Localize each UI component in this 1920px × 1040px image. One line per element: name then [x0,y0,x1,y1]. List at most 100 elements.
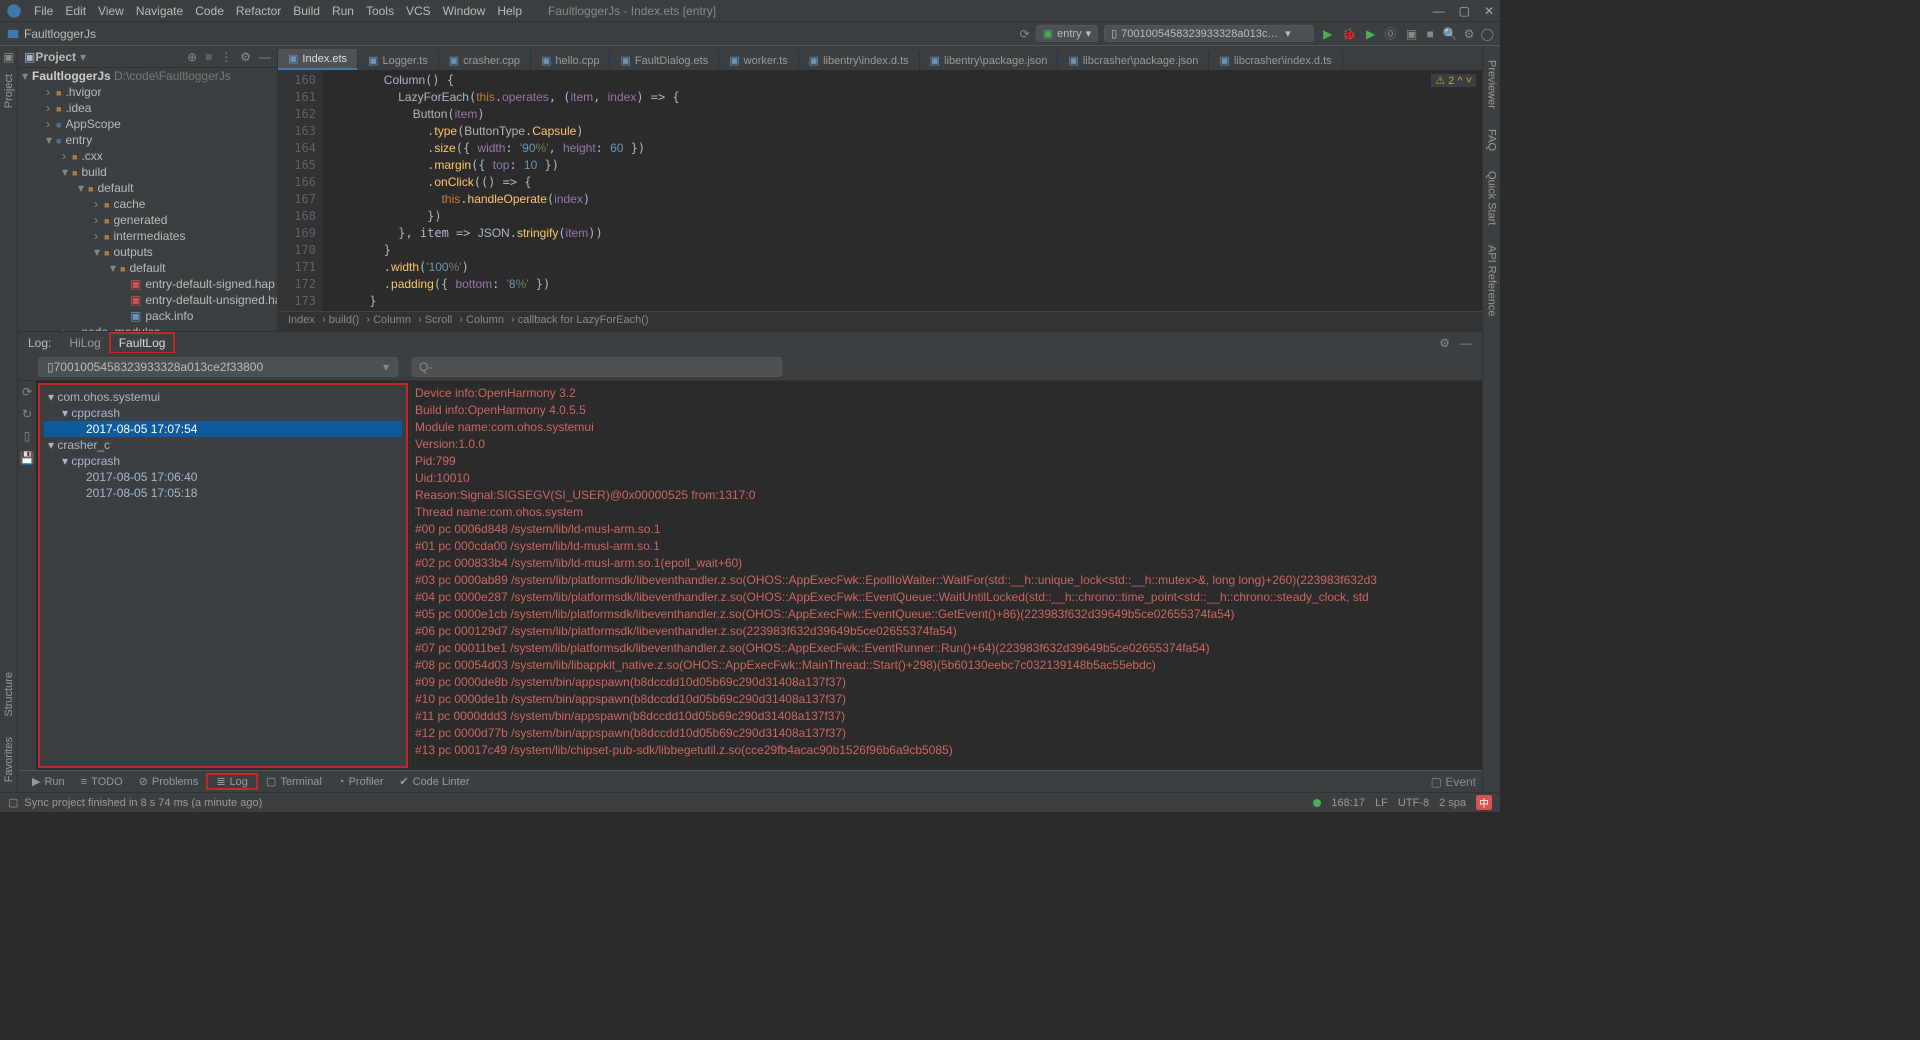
bottom-tab-profiler[interactable]: ◔ Profiler [330,776,392,788]
tree-folder[interactable]: generated [104,213,167,227]
log-device-combo[interactable]: ▯ 7001005458323933328a013ce2f33800▾ [38,357,398,377]
tree-folder[interactable]: .idea [56,101,91,115]
status-line-sep[interactable]: LF [1375,797,1388,809]
fault-entry-selected[interactable]: 2017-08-05 17:07:54 [44,421,402,437]
bottom-tab-terminal[interactable]: ▢ Terminal [258,775,330,788]
stop-icon[interactable]: ■ [1427,27,1434,41]
log-hide-icon[interactable]: — [1460,336,1472,350]
editor-tab[interactable]: ▣ libcrasher\package.json [1058,51,1209,70]
bottom-tab-codelinter[interactable]: ✔ Code Linter [391,775,477,788]
bottom-tab-problems[interactable]: ⊘ Problems [131,775,207,788]
right-tab-quickstart[interactable]: Quick Start [1486,167,1498,229]
run-icon[interactable]: ▶ [1323,27,1332,41]
menu-file[interactable]: File [28,4,59,18]
right-tab-faq[interactable]: FAQ [1486,125,1498,155]
event-log-link[interactable]: ▢ Event [1431,775,1476,789]
tree-file[interactable]: entry-default-signed.hap [145,277,274,291]
left-tab-favorites[interactable]: Favorites [3,733,15,786]
log-refresh-icon[interactable]: ⟳ [22,385,32,399]
menu-view[interactable]: View [92,4,130,18]
editor-tab[interactable]: ▣ libentry\index.d.ts [799,51,920,70]
code-breadcrumb[interactable]: Index › build() › Column › Scroll › Colu… [278,311,1482,331]
profile-icon[interactable]: ⓪ [1385,27,1397,41]
user-icon[interactable]: ◯ [1481,27,1494,41]
coverage-icon[interactable]: ▶ [1366,27,1375,41]
status-caret-pos[interactable]: 168:17 [1331,797,1365,809]
editor-tab[interactable]: ▣ hello.cpp [531,51,610,70]
sync-icon[interactable]: ⟳ [1020,27,1030,41]
tree-folder[interactable]: build [72,165,107,179]
fault-tree[interactable]: ▾ com.ohos.systemui ▾ cppcrash 2017-08-0… [38,383,408,768]
tree-folder[interactable]: .hvigor [56,85,101,99]
code-area[interactable]: Column() { LazyForEach(this.operates, (i… [322,70,1482,311]
attach-icon[interactable]: ▣ [1406,27,1417,41]
collapse-icon[interactable]: ⋮ [220,50,232,64]
log-device-icon[interactable]: ▯ [24,429,31,443]
device-combo[interactable]: ▯ 7001005458323933328a013ce2f33800 ▾ [1104,25,1314,42]
menu-refactor[interactable]: Refactor [230,4,287,18]
log-gear-icon[interactable]: ⚙ [1439,336,1450,350]
tree-file[interactable]: pack.info [145,309,193,323]
tree-root[interactable]: FaultloggerJs D:\code\FaultloggerJs [32,69,231,83]
status-indent[interactable]: 2 spa [1439,797,1466,809]
editor-tab[interactable]: ▣ worker.ts [719,51,798,70]
bottom-tab-todo[interactable]: ≡ TODO [73,776,131,788]
log-search-input[interactable]: Q- [412,357,782,377]
tree-folder[interactable]: outputs [104,245,153,259]
log-reload-icon[interactable]: ↻ [22,407,32,421]
minimize-icon[interactable]: — [1433,4,1445,18]
search-icon[interactable]: 🔍 [1443,27,1458,41]
tree-folder[interactable]: AppScope [56,117,121,131]
menu-window[interactable]: Window [437,4,492,18]
bottom-tab-run[interactable]: ▶ Run [24,775,73,788]
menu-edit[interactable]: Edit [59,4,92,18]
editor-tab[interactable]: ▣ libcrasher\index.d.ts [1209,51,1342,70]
menu-code[interactable]: Code [189,4,230,18]
editor-tab[interactable]: ▣ Index.ets [278,49,358,70]
left-corner-icon[interactable]: ▣ [3,50,14,64]
project-breadcrumb[interactable]: FaultloggerJs [24,27,96,41]
debug-icon[interactable]: 🐞 [1342,27,1357,41]
locate-icon[interactable]: ⊕ [187,50,197,64]
log-save-icon[interactable]: 💾 [20,451,35,465]
right-tab-apiref[interactable]: API Reference [1486,241,1498,321]
fault-output[interactable]: Device info:OpenHarmony 3.2Build info:Op… [410,381,1482,770]
project-tree[interactable]: ▣ Project ▾ ⊕ ≡ ⋮ ⚙ — ▾FaultloggerJs D:\… [18,46,278,331]
fault-entry[interactable]: 2017-08-05 17:06:40 [44,469,402,485]
close-icon[interactable]: ✕ [1484,4,1494,18]
run-config-combo[interactable]: ▣ entry ▾ [1036,25,1098,42]
fault-entry[interactable]: 2017-08-05 17:05:18 [44,485,402,501]
warning-badge[interactable]: ⚠ 2 ^ ˅ [1431,74,1476,87]
menu-vcs[interactable]: VCS [400,4,437,18]
tree-folder[interactable]: intermediates [104,229,185,243]
tree-folder[interactable]: default [88,181,133,195]
maximize-icon[interactable]: ▢ [1459,4,1470,18]
tree-file[interactable]: entry-default-unsigned.hap [145,293,278,307]
menu-run[interactable]: Run [326,4,360,18]
expand-icon[interactable]: ≡ [205,50,212,64]
tree-folder[interactable]: default [120,261,165,275]
left-tab-project[interactable]: Project [3,70,15,112]
editor-tab[interactable]: ▣ libentry\package.json [920,51,1059,70]
bottom-tab-log[interactable]: ≣ Log [206,773,258,790]
status-corner-icon[interactable]: ▢ [8,796,18,809]
right-tab-previewer[interactable]: Previewer [1486,56,1498,113]
editor-tab[interactable]: ▣ crasher.cpp [439,51,531,70]
tree-folder[interactable]: cache [104,197,145,211]
status-encoding[interactable]: UTF-8 [1398,797,1429,809]
editor-tab[interactable]: ▣ FaultDialog.ets [610,51,719,70]
tree-folder[interactable]: .cxx [72,149,103,163]
menu-tools[interactable]: Tools [360,4,400,18]
ime-badge[interactable]: 中 [1476,795,1492,810]
settings-icon[interactable]: ⚙ [1464,27,1475,41]
tree-folder[interactable]: entry [56,133,92,147]
editor-tab[interactable]: ▣ Logger.ts [358,51,439,70]
log-tab-faultlog[interactable]: FaultLog [109,332,176,354]
menu-navigate[interactable]: Navigate [130,4,189,18]
menu-help[interactable]: Help [491,4,528,18]
left-tab-structure[interactable]: Structure [3,668,15,721]
hide-icon[interactable]: — [259,50,271,64]
menu-build[interactable]: Build [287,4,326,18]
log-tab-hilog[interactable]: HiLog [61,334,108,352]
gear-icon[interactable]: ⚙ [240,50,251,64]
